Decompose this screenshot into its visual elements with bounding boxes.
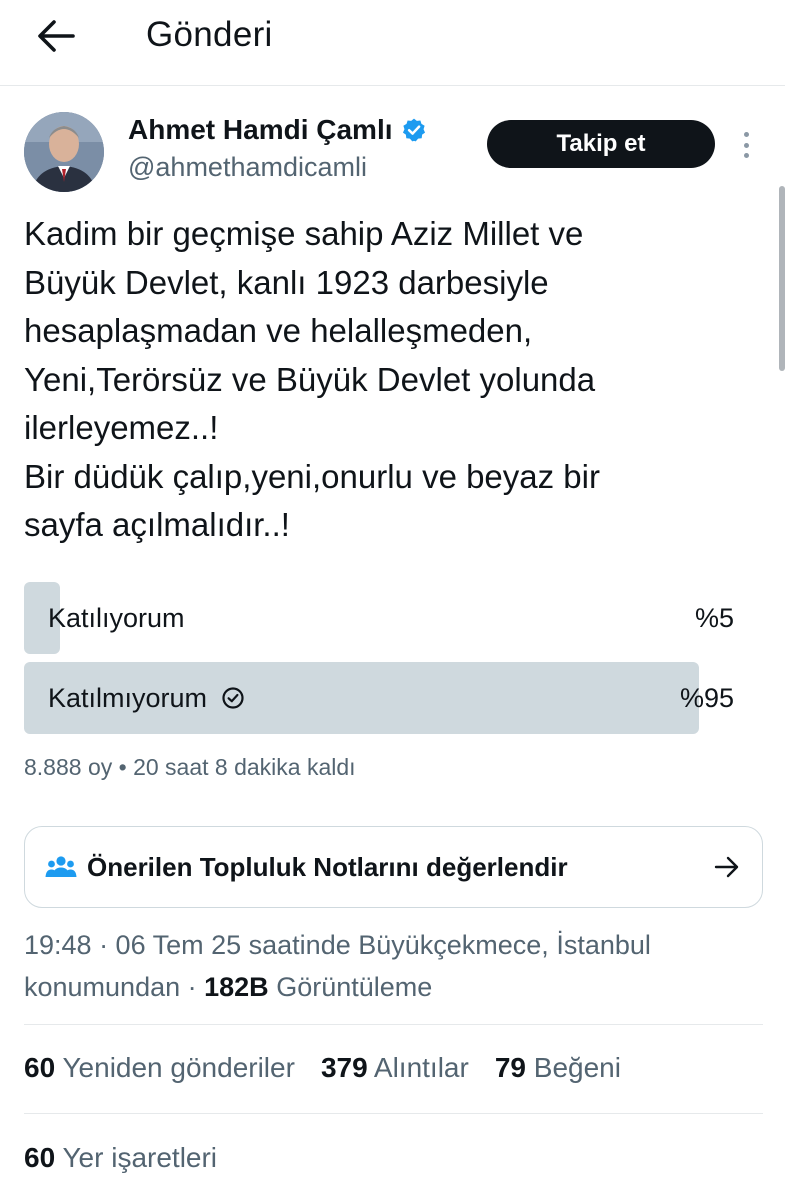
back-button[interactable] xyxy=(34,14,78,58)
avatar-image xyxy=(24,112,104,192)
author-name-row[interactable]: Ahmet Hamdi Çamlı xyxy=(128,114,427,146)
bookmarks-count: 60 xyxy=(24,1142,56,1173)
verified-badge-icon xyxy=(402,118,425,142)
poll-meta: 8.888 oy • 20 saat 8 dakika kaldı xyxy=(24,754,356,780)
divider xyxy=(24,1113,763,1114)
poll-option-percent: %95 xyxy=(679,682,734,713)
reposts-count: 60 xyxy=(24,1052,56,1083)
reposts-stat[interactable]: 60 Yeniden gönderiler xyxy=(24,1052,295,1084)
likes-stat[interactable]: 79 Beğeni xyxy=(495,1052,621,1084)
post-text: Kadim bir geçmişe sahip Aziz Millet ve B… xyxy=(24,215,600,543)
page-title: Gönderi xyxy=(146,15,273,54)
quotes-label: Alıntılar xyxy=(373,1052,469,1083)
quotes-stat[interactable]: 379 Alıntılar xyxy=(321,1052,469,1084)
more-options-icon[interactable] xyxy=(735,128,757,162)
divider xyxy=(24,1024,763,1025)
author-handle[interactable]: @ahmethamdicamli xyxy=(128,152,367,183)
scrollbar[interactable] xyxy=(779,186,785,371)
poll-option-1[interactable]: Katılıyorum %5 xyxy=(24,582,734,654)
bookmarks-stat[interactable]: 60 Yer işaretleri xyxy=(24,1142,217,1174)
reposts-label: Yeniden gönderiler xyxy=(62,1052,295,1083)
avatar[interactable] xyxy=(24,112,104,192)
bookmarks-label: Yer işaretleri xyxy=(62,1142,218,1173)
community-notes-card[interactable]: Önerilen Topluluk Notlarını değerlendir xyxy=(24,826,763,908)
poll-option-label: Katılmıyorum xyxy=(48,682,208,713)
poll-option-2[interactable]: Katılmıyorum %95 xyxy=(24,662,734,734)
community-notes-label: Önerilen Topluluk Notlarını değerlendir xyxy=(87,851,568,882)
likes-count: 79 xyxy=(494,1052,526,1083)
author-name[interactable]: Ahmet Hamdi Çamlı xyxy=(128,114,393,146)
views-count: 182B xyxy=(204,972,269,1002)
quotes-count: 379 xyxy=(320,1052,368,1083)
post-timestamp: 19:48 · 06 Tem 25 saatinde Büyükçekmece,… xyxy=(24,924,764,1008)
follow-button[interactable]: Takip et xyxy=(487,120,715,168)
top-bar: Gönderi xyxy=(0,0,785,86)
engagement-stats: 60 Yeniden gönderiler 379 Alıntılar 79 B… xyxy=(24,1052,621,1084)
views-label: Görüntüleme xyxy=(276,972,433,1002)
likes-label: Beğeni xyxy=(533,1052,621,1083)
arrow-right-icon xyxy=(714,856,739,878)
poll-option-percent: %5 xyxy=(694,602,734,633)
arrow-left-icon xyxy=(38,20,75,52)
poll-option-label: Katılıyorum xyxy=(48,602,185,633)
check-circle-icon xyxy=(222,687,244,709)
people-icon xyxy=(45,856,77,877)
